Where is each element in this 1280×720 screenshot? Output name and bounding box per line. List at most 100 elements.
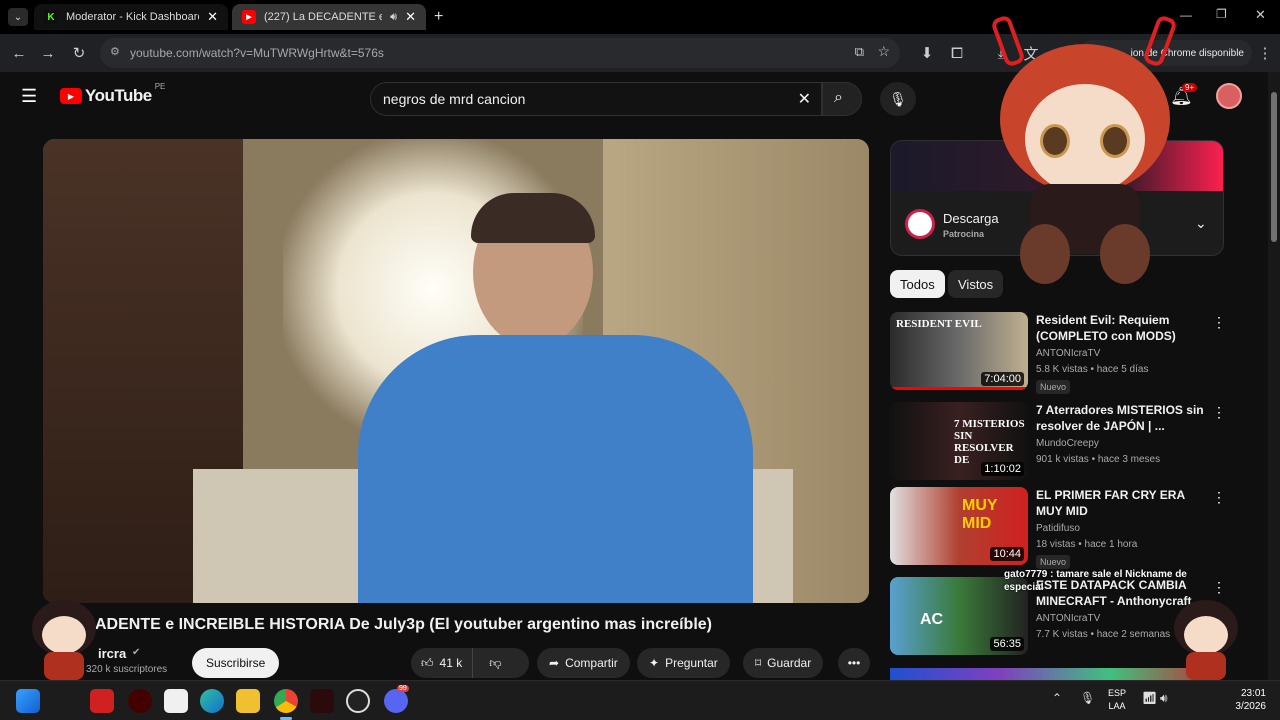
- tab-youtube-video[interactable]: ▶ (227) La DECADENTE e INC 🔊︎ ✕: [232, 4, 426, 30]
- close-tab-icon[interactable]: ✕: [405, 9, 416, 25]
- like-button[interactable]: 👍︎ 41 k: [411, 648, 474, 678]
- more-options-icon[interactable]: ⋮: [1212, 314, 1226, 331]
- list-item[interactable]: MUY MID 10:44 EL PRIMER FAR CRY ERA MUY …: [890, 487, 1226, 569]
- show-hidden-icons[interactable]: ⌃: [1052, 691, 1062, 705]
- video-duration: 1:10:02: [981, 462, 1024, 476]
- voice-search-button[interactable]: 🎙︎: [880, 82, 916, 116]
- channel-name[interactable]: ANTONIcraTV: [1036, 348, 1100, 359]
- video-meta: 18 vistas • hace 1 hora: [1036, 539, 1138, 550]
- thumbnail-text: MUY MID: [962, 497, 998, 532]
- store-icon[interactable]: [164, 689, 188, 713]
- video-title: EL PRIMER FAR CRY ERA MUY MID: [1036, 488, 1185, 518]
- new-badge: Nuevo: [1036, 555, 1071, 569]
- youtube-logo[interactable]: ▶ YouTube PE: [60, 82, 165, 106]
- save-button[interactable]: ⌑ Guardar: [743, 648, 824, 678]
- app-icon-record[interactable]: [128, 689, 152, 713]
- maximize-icon[interactable]: ❐: [1216, 7, 1227, 21]
- kick-icon: K: [44, 10, 58, 24]
- close-window-icon[interactable]: ✕: [1255, 7, 1266, 23]
- channel-name[interactable]: MundoCreepy: [1036, 438, 1099, 449]
- minimize-icon[interactable]: —: [1180, 8, 1192, 22]
- wifi-icon[interactable]: 📶︎: [1142, 691, 1157, 705]
- reload-icon[interactable]: ↻: [68, 42, 90, 64]
- video-title: 7 Aterradores MISTERIOS sin resolver de …: [1036, 403, 1204, 433]
- language-indicator[interactable]: ESP LAA: [1108, 687, 1126, 713]
- thumbnail-text: AC: [920, 611, 944, 628]
- stream-chat-overlay: gato7779 : tamare sale el Nickname de es…: [1004, 569, 1187, 593]
- language-code: ESP: [1108, 688, 1127, 698]
- obs-icon[interactable]: [346, 689, 370, 713]
- youtube-logo-icon: ▶: [60, 88, 82, 104]
- search-input[interactable]: negros de mrd cancion ✕: [370, 82, 822, 116]
- more-actions-button[interactable]: •••: [838, 648, 870, 678]
- file-explorer-icon[interactable]: [236, 689, 260, 713]
- video-thumbnail[interactable]: RESIDENT EVIL 7:04:00: [890, 312, 1028, 390]
- thumbs-down-icon: 👎︎: [489, 655, 502, 670]
- scrollbar-thumb[interactable]: [1271, 92, 1277, 242]
- share-button[interactable]: ➦ Compartir: [537, 648, 630, 678]
- edge-icon[interactable]: [200, 689, 224, 713]
- search-button[interactable]: ⌕: [822, 82, 862, 116]
- chip-label: Todos: [900, 276, 935, 292]
- windows-start-icon[interactable]: [16, 689, 40, 713]
- tab-title: (227) La DECADENTE e INC: [264, 11, 383, 23]
- speaker-icon[interactable]: 🔊︎: [390, 11, 397, 24]
- more-options-icon[interactable]: ⋮: [1212, 404, 1226, 421]
- ad-logo-icon: [905, 209, 935, 239]
- channel-name[interactable]: Patidifuso: [1036, 523, 1080, 534]
- discord-icon[interactable]: 99: [384, 685, 409, 713]
- back-icon[interactable]: ←: [8, 42, 30, 64]
- region-code: PE: [154, 82, 166, 91]
- clock[interactable]: 23:01 3/2026: [1222, 687, 1266, 713]
- subscribe-button[interactable]: Suscribirse: [192, 648, 280, 678]
- new-tab-button[interactable]: +: [434, 8, 443, 26]
- video-thumbnail[interactable]: MUY MID 10:44: [890, 487, 1028, 565]
- microphone-tray-icon[interactable]: 🎙︎: [1080, 691, 1095, 705]
- bookmark-star-icon[interactable]: ☆: [877, 43, 890, 60]
- sparkle-icon: ✦: [649, 656, 660, 670]
- close-tab-icon[interactable]: ✕: [207, 9, 218, 25]
- chrome-menu-icon[interactable]: ⋮: [1254, 42, 1276, 64]
- site-info-icon[interactable]: ⚙: [110, 45, 120, 58]
- tab-search-button[interactable]: ⌄: [8, 8, 28, 26]
- share-icon: ➦: [549, 656, 560, 670]
- volume-icon[interactable]: 🔊︎: [1160, 691, 1168, 706]
- microphone-icon: 🎙︎: [889, 90, 907, 107]
- app-icon-triangle[interactable]: [310, 689, 334, 713]
- vtuber-mascot-small-left: [24, 592, 104, 680]
- video-player[interactable]: [43, 139, 869, 603]
- download-icon[interactable]: ⬇: [916, 42, 938, 64]
- clear-search-icon[interactable]: ✕: [798, 89, 811, 109]
- list-item[interactable]: 7 MISTERIOS SIN RESOLVER DE 1:10:02 7 At…: [890, 402, 1226, 482]
- list-item[interactable]: RESIDENT EVIL 7:04:00 Resident Evil: Req…: [890, 312, 1226, 394]
- more-icon: •••: [847, 656, 861, 670]
- ask-button[interactable]: ✦ Preguntar: [637, 648, 730, 678]
- verified-icon: ✔: [132, 647, 141, 658]
- avatar[interactable]: [1216, 83, 1242, 109]
- like-count: 41 k: [439, 656, 463, 670]
- video-title: ADENTE e INCREIBLE HISTORIA De July3p (E…: [95, 616, 712, 633]
- cast-icon[interactable]: ⧉: [855, 44, 864, 60]
- watch-progress: [890, 387, 1028, 390]
- forward-icon[interactable]: →: [37, 42, 59, 64]
- dislike-button[interactable]: 👎︎: [479, 656, 511, 671]
- like-dislike-group: 👍︎ 41 k 👎︎: [411, 648, 529, 678]
- search-query: negros de mrd cancion: [383, 91, 526, 107]
- extensions-icon[interactable]: ⧠: [946, 42, 968, 64]
- url-text: youtube.com/watch?v=MuTWRWgHrtw&t=576s: [130, 46, 384, 60]
- channel-name[interactable]: ANTONIcraTV: [1036, 613, 1100, 624]
- video-thumbnail[interactable]: 7 MISTERIOS SIN RESOLVER DE 1:10:02: [890, 402, 1028, 480]
- chrome-icon[interactable]: [274, 689, 298, 713]
- keyboard-layout: LAA: [1108, 701, 1126, 711]
- menu-icon[interactable]: ☰: [21, 86, 37, 107]
- new-badge: Nuevo: [1036, 380, 1071, 394]
- bookmark-icon: ⌑: [755, 656, 762, 670]
- more-options-icon[interactable]: ⋮: [1212, 489, 1226, 506]
- chip-all[interactable]: Todos: [890, 270, 945, 298]
- video-meta: 901 k vistas • hace 3 meses: [1036, 454, 1161, 465]
- address-bar[interactable]: ⚙ youtube.com/watch?v=MuTWRWgHrtw&t=576s…: [100, 38, 900, 68]
- page-scrollbar[interactable]: [1268, 72, 1280, 680]
- app-icon-red[interactable]: [90, 689, 114, 713]
- discord-badge: 99: [397, 685, 409, 692]
- tab-kick-dashboard[interactable]: K Moderator - Kick Dashboard ✕: [34, 4, 228, 30]
